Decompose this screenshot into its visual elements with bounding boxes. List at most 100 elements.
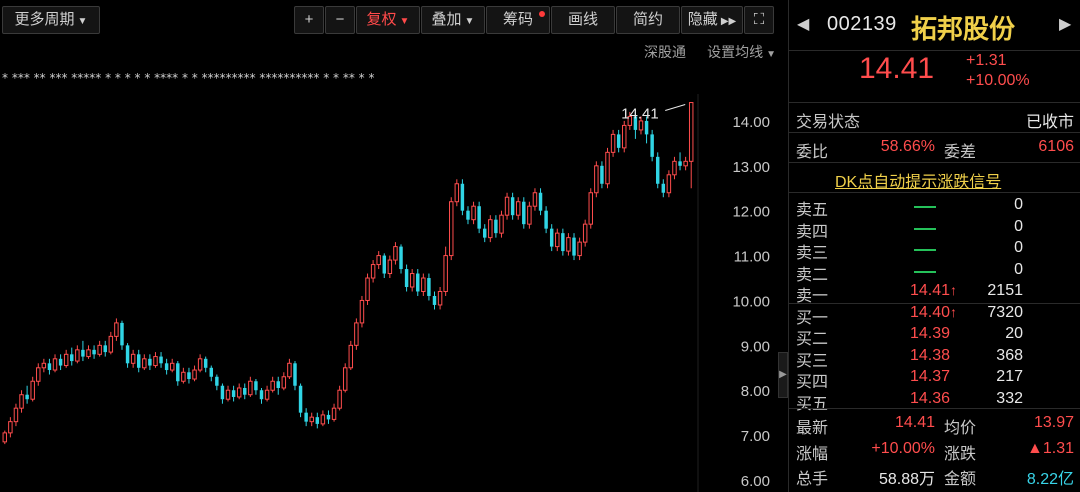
order-level-label: 买四: [796, 374, 829, 391]
candle: [588, 188, 593, 229]
candle: [655, 152, 660, 189]
empty-price-dash: [914, 270, 936, 273]
ma-settings-dropdown[interactable]: 设置均线 ▼: [707, 42, 776, 62]
order-price: 14.39: [909, 325, 950, 342]
chevron-down-icon: ▼: [464, 16, 475, 27]
annotation-arrow-icon: [665, 104, 686, 112]
last-price-annotation: 14.41: [621, 106, 659, 123]
amount-label: 金额: [944, 471, 977, 488]
candle: [309, 412, 314, 427]
candle: [683, 156, 688, 171]
bid-row[interactable]: 买一 14.40 ↑ 7320: [789, 304, 1080, 327]
divider: [789, 162, 1080, 163]
candle: [437, 287, 443, 310]
avg-price-label: 均价: [944, 420, 977, 437]
candle: [148, 354, 152, 371]
order-price: 14.38: [909, 346, 950, 364]
candle: [510, 192, 515, 220]
candle: [365, 273, 370, 305]
amount-value: 8.22亿: [1026, 471, 1074, 488]
bid-row[interactable]: 买三 14.38 368: [789, 346, 1080, 370]
ask-row[interactable]: 卖四 0: [789, 218, 1080, 241]
bid-row[interactable]: 买四 14.37 217: [789, 368, 1080, 391]
candle: [600, 161, 604, 189]
candle: [41, 358, 47, 373]
ask-row[interactable]: 卖五 0: [789, 196, 1080, 219]
candle: [605, 147, 610, 189]
hide-button[interactable]: 隐藏 ▶▶: [681, 6, 743, 34]
bid-diff-label: 委差: [944, 144, 977, 161]
candle: [264, 385, 270, 402]
ask-row[interactable]: 卖二 0: [789, 261, 1080, 284]
candle: [259, 387, 264, 404]
candle: [231, 385, 236, 402]
candle: [672, 156, 677, 180]
candle: [354, 318, 359, 350]
more-periods-label: 更多周期: [14, 11, 75, 28]
empty-price-dash: [914, 206, 936, 208]
divider: [789, 192, 1080, 193]
stock-code: 002139: [827, 13, 897, 35]
candle: [544, 206, 548, 234]
ma-settings-label: 设置均线: [707, 44, 764, 60]
overlay-dropdown[interactable]: 叠加 ▼: [421, 6, 485, 34]
price-change-pct: +10.00%: [966, 72, 1030, 89]
ask-row[interactable]: 卖一 14.41 ↑ 2151: [789, 282, 1080, 305]
candle: [19, 390, 24, 413]
order-volume: 0: [1014, 239, 1023, 256]
candle: [399, 244, 403, 274]
signal-markers: * *** ** *** ***** * * * * * **** * * **…: [2, 71, 374, 85]
y-tick-label: 8.00: [741, 383, 770, 400]
candle: [532, 188, 538, 211]
candle: [522, 197, 526, 229]
collapse-panel-handle[interactable]: ▶: [778, 352, 788, 398]
candle: [382, 253, 387, 279]
candle: [678, 152, 682, 171]
bid-row[interactable]: 买二 14.39 20: [789, 325, 1080, 348]
order-level-label: 买五: [796, 395, 829, 413]
candle: [287, 358, 292, 380]
simple-mode-button[interactable]: 简约: [616, 6, 680, 34]
stock-connect-label: 深股通: [644, 44, 686, 60]
candle: [370, 260, 376, 283]
candle: [169, 358, 175, 373]
latest-value: 14.41: [894, 414, 935, 431]
candle: [616, 129, 621, 153]
chevron-down-icon: ▼: [399, 16, 410, 27]
order-volume: 20: [1005, 325, 1023, 342]
candle: [320, 410, 326, 427]
more-periods-dropdown[interactable]: 更多周期 ▼: [2, 6, 100, 34]
candle: [136, 349, 141, 373]
candle: [176, 361, 180, 386]
order-level-label: 买三: [796, 352, 829, 370]
candle: [359, 295, 365, 328]
candle: [331, 403, 337, 422]
candle: [404, 264, 409, 292]
kline-chart-panel[interactable]: 更多周期 ▼ + − 复权 ▼ 叠加 ▼ 筹码 画线 简约 隐藏 ▶▶ ⛶ 深股通 设置…: [0, 0, 778, 492]
chips-button[interactable]: 筹码: [486, 6, 550, 34]
next-stock-icon[interactable]: ▶: [1059, 14, 1071, 34]
quote-panel: ◀ 002139 拓邦股份 ▶ 14.41 +1.31 +10.00% 交易状态…: [789, 0, 1080, 492]
order-level-label: 卖四: [796, 223, 829, 241]
adjust-dropdown[interactable]: 复权 ▼: [356, 6, 420, 34]
candlestick-chart[interactable]: * *** ** *** ***** * * * * * **** * * **…: [0, 64, 778, 492]
candle: [416, 269, 420, 296]
pct-change-label: 涨幅: [796, 446, 829, 463]
zoom-in-button[interactable]: +: [294, 6, 324, 34]
candle: [577, 237, 582, 261]
order-level-label: 卖三: [796, 245, 829, 262]
dk-signal-link[interactable]: DK点自动提示涨跌信号: [835, 168, 1001, 192]
candle: [572, 233, 576, 261]
y-tick-label: 12.00: [732, 204, 770, 221]
candle: [477, 201, 481, 234]
candle: [538, 188, 543, 216]
y-tick-label: 13.00: [732, 159, 770, 176]
draw-line-button[interactable]: 画线: [551, 6, 615, 34]
candle: [225, 385, 231, 402]
fullscreen-icon[interactable]: ⛶: [744, 6, 774, 34]
latest-label: 最新: [796, 420, 829, 437]
zoom-out-button[interactable]: −: [325, 6, 355, 34]
ask-row[interactable]: 卖三 0: [789, 239, 1080, 262]
prev-stock-icon[interactable]: ◀: [797, 14, 809, 34]
change-label: 涨跌: [944, 446, 977, 463]
